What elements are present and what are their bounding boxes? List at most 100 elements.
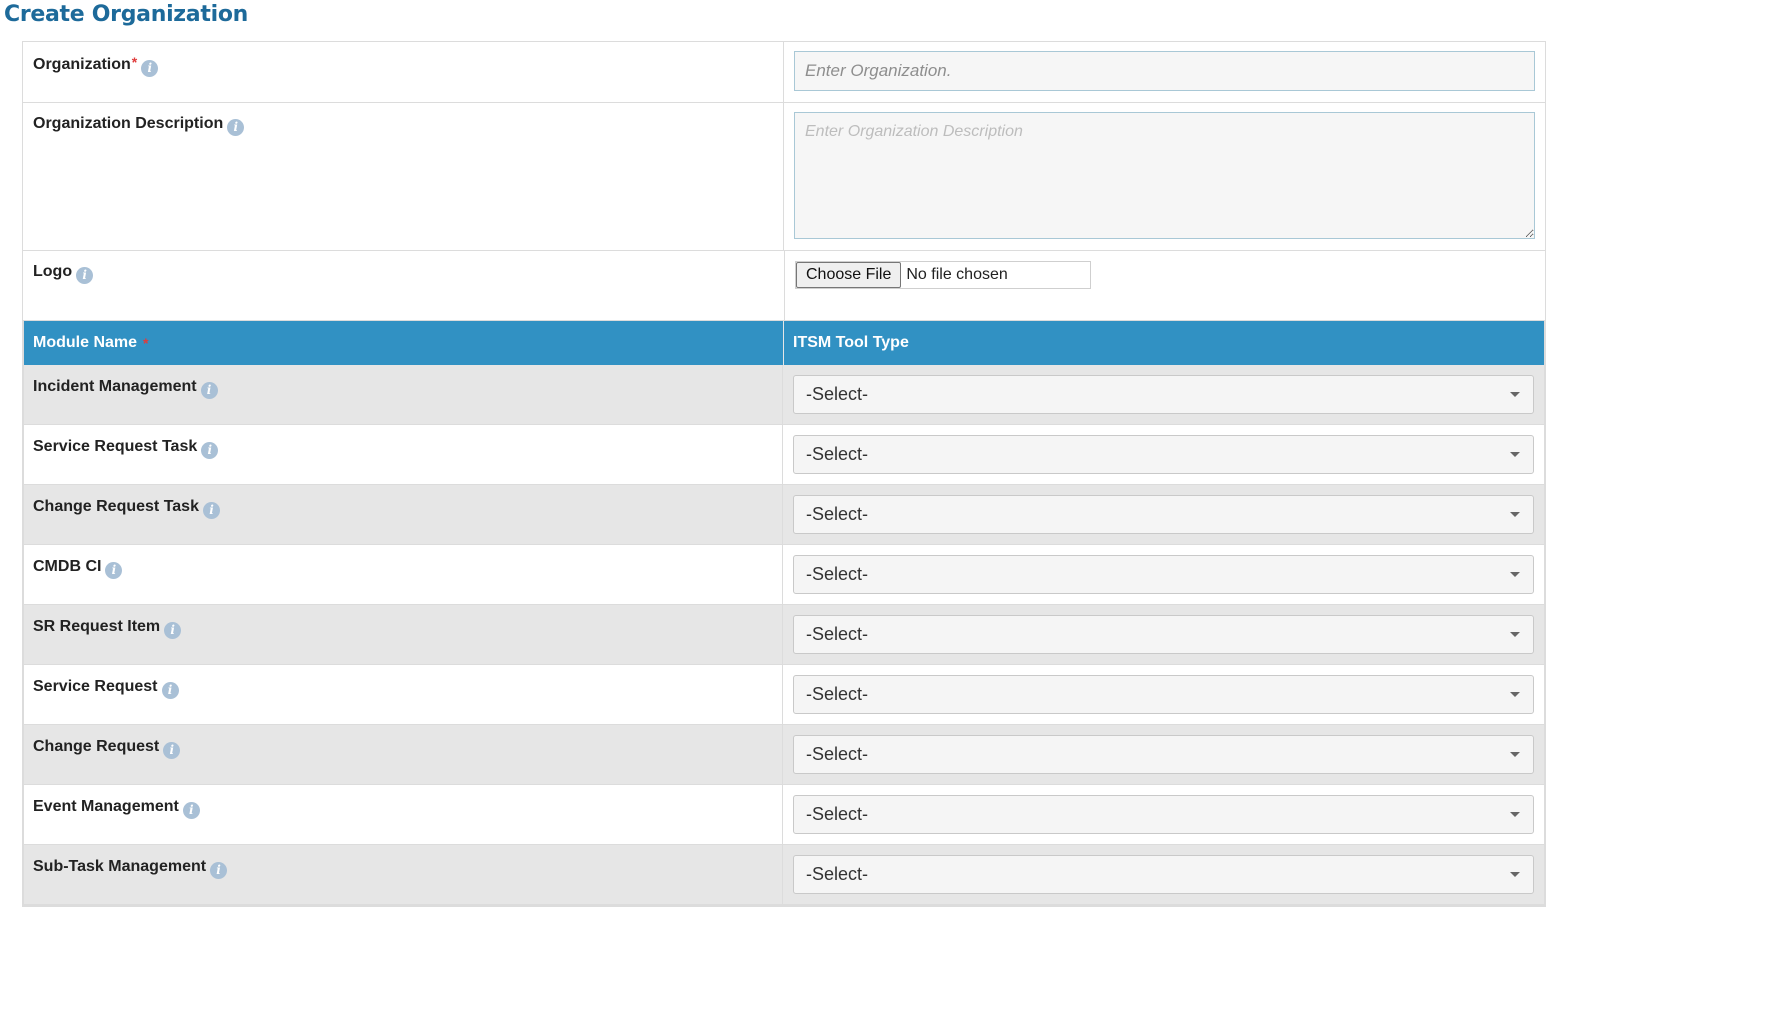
- caret-down-icon: [1510, 572, 1520, 577]
- module-select-cell: -Select-: [783, 785, 1544, 844]
- organization-form: Organization*i Organization Descriptioni…: [22, 41, 1546, 322]
- info-icon[interactable]: i: [105, 562, 123, 579]
- module-select-cell: -Select-: [783, 425, 1544, 484]
- tool-type-select[interactable]: -Select-: [793, 855, 1534, 894]
- module-label-cell: Change Request Task i: [24, 485, 783, 544]
- module-name: Event Management: [33, 798, 179, 815]
- caret-down-icon: [1510, 812, 1520, 817]
- info-icon[interactable]: i: [161, 682, 179, 699]
- page-title: Create Organization: [4, 2, 248, 27]
- module-name: Change Request: [33, 738, 160, 755]
- module-row: CMDB CI i -Select-: [24, 545, 1544, 605]
- module-label-cell: SR Request Item i: [24, 605, 783, 664]
- select-value: -Select-: [806, 624, 869, 644]
- info-icon[interactable]: i: [202, 502, 220, 519]
- module-select-cell: -Select-: [783, 365, 1544, 424]
- module-select-cell: -Select-: [783, 665, 1544, 724]
- tool-type-select[interactable]: -Select-: [793, 795, 1534, 834]
- organization-label: Organization: [33, 56, 131, 73]
- info-icon[interactable]: i: [182, 802, 200, 819]
- module-name-header: Module Name *: [24, 321, 784, 365]
- module-row: Service Request i -Select-: [24, 665, 1544, 725]
- module-name-header-label: Module Name: [33, 334, 138, 351]
- info-icon[interactable]: i: [201, 442, 219, 459]
- info-icon[interactable]: i: [141, 60, 159, 77]
- organization-label-cell: Organization* i: [23, 42, 784, 102]
- module-label-cell: CMDB CI i: [24, 545, 783, 604]
- module-name: Incident Management: [33, 378, 197, 395]
- caret-down-icon: [1510, 752, 1520, 757]
- organization-row: Organization* i: [23, 42, 1545, 103]
- module-row: SR Request Item i -Select-: [24, 605, 1544, 665]
- description-label-cell: Organization Description i: [23, 103, 784, 250]
- select-value: -Select-: [806, 564, 869, 584]
- description-input-cell: [784, 103, 1545, 250]
- module-label-cell: Incident Management i: [24, 365, 783, 424]
- info-icon[interactable]: i: [200, 382, 218, 399]
- tool-type-select[interactable]: -Select-: [793, 735, 1534, 774]
- logo-file-input[interactable]: Choose File No file chosen: [795, 261, 1091, 289]
- module-label-cell: Service Request i: [24, 665, 783, 724]
- logo-input-cell: Choose File No file chosen: [785, 251, 1545, 322]
- module-label-cell: Service Request Task i: [24, 425, 783, 484]
- caret-down-icon: [1510, 392, 1520, 397]
- caret-down-icon: [1510, 692, 1520, 697]
- select-value: -Select-: [806, 864, 869, 884]
- module-name: Sub-Task Management: [33, 858, 207, 875]
- module-name: CMDB CI: [33, 558, 102, 575]
- info-icon[interactable]: i: [163, 742, 181, 759]
- module-label-cell: Sub-Task Management i: [24, 845, 783, 904]
- logo-label: Logo: [33, 263, 73, 280]
- select-value: -Select-: [806, 804, 869, 824]
- module-select-cell: -Select-: [783, 485, 1544, 544]
- tool-type-select[interactable]: -Select-: [793, 555, 1534, 594]
- tool-type-select[interactable]: -Select-: [793, 675, 1534, 714]
- select-value: -Select-: [806, 684, 869, 704]
- description-textarea[interactable]: [794, 112, 1535, 239]
- logo-label-cell: Logo i: [23, 251, 785, 322]
- module-name: Change Request Task: [33, 498, 199, 515]
- file-status: No file chosen: [906, 266, 1008, 283]
- tool-type-select[interactable]: -Select-: [793, 495, 1534, 534]
- module-select-cell: -Select-: [783, 725, 1544, 784]
- module-table: Module Name * ITSM Tool Type Incident Man…: [22, 320, 1546, 907]
- module-label-cell: Event Management i: [24, 785, 783, 844]
- select-value: -Select-: [806, 504, 869, 524]
- module-name: Service Request: [33, 678, 158, 695]
- module-row: Incident Management i -Select-: [24, 365, 1544, 425]
- caret-down-icon: [1510, 872, 1520, 877]
- info-icon[interactable]: i: [227, 119, 245, 136]
- module-row: Service Request Task i -Select-: [24, 425, 1544, 485]
- module-name: SR Request Item: [33, 618, 161, 635]
- description-row: Organization Description i: [23, 103, 1545, 251]
- caret-down-icon: [1510, 632, 1520, 637]
- choose-file-button[interactable]: Choose File: [796, 262, 902, 288]
- tool-type-header: ITSM Tool Type: [793, 334, 909, 351]
- module-select-cell: -Select-: [783, 545, 1544, 604]
- tool-type-select[interactable]: -Select-: [793, 615, 1534, 654]
- module-row: Change Request i -Select-: [24, 725, 1544, 785]
- info-icon[interactable]: i: [210, 862, 228, 879]
- description-label: Organization Description: [33, 115, 224, 132]
- select-value: -Select-: [806, 444, 869, 464]
- module-name: Service Request Task: [33, 438, 198, 455]
- module-row: Event Management i -Select-: [24, 785, 1544, 845]
- tool-type-select[interactable]: -Select-: [793, 375, 1534, 414]
- module-label-cell: Change Request i: [24, 725, 783, 784]
- select-value: -Select-: [806, 384, 869, 404]
- organization-input[interactable]: [794, 51, 1535, 91]
- module-row: Sub-Task Management i -Select-: [24, 845, 1544, 905]
- info-icon[interactable]: i: [164, 622, 182, 639]
- organization-input-cell: [784, 42, 1545, 102]
- module-select-cell: -Select-: [783, 845, 1544, 904]
- info-icon[interactable]: i: [76, 267, 94, 284]
- module-select-cell: -Select-: [783, 605, 1544, 664]
- required-asterisk: *: [131, 54, 138, 70]
- logo-row: Logo i Choose File No file chosen: [23, 251, 1545, 322]
- tool-type-select[interactable]: -Select-: [793, 435, 1534, 474]
- caret-down-icon: [1510, 452, 1520, 457]
- caret-down-icon: [1510, 512, 1520, 517]
- module-row: Change Request Task i -Select-: [24, 485, 1544, 545]
- module-table-header: Module Name * ITSM Tool Type: [24, 320, 1544, 365]
- required-asterisk: *: [143, 335, 149, 351]
